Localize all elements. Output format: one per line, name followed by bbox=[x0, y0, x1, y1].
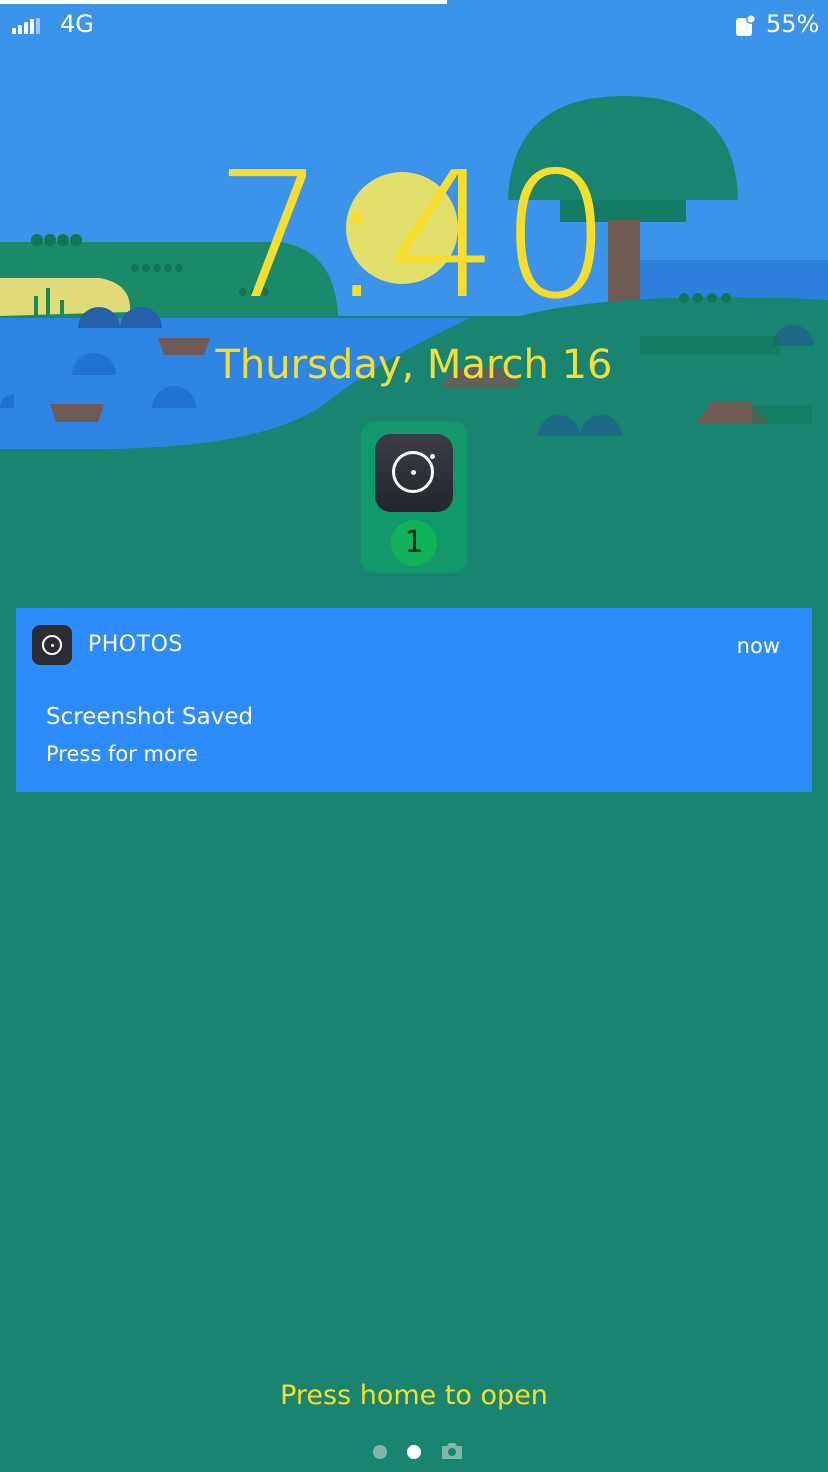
photos-app-icon bbox=[32, 625, 72, 665]
battery-icon bbox=[736, 14, 756, 36]
battery-percent: 55% bbox=[766, 10, 820, 38]
notification-time: now bbox=[736, 634, 780, 658]
notification-count: 1 bbox=[391, 520, 437, 566]
notification-title: Screenshot Saved bbox=[46, 704, 254, 730]
network-type: 4G bbox=[60, 10, 94, 38]
screenshot-progress-bar bbox=[0, 0, 448, 4]
notification-body: Press for more bbox=[46, 742, 198, 766]
lockscreen-clock: 7:40 bbox=[214, 135, 614, 338]
page-dot-active bbox=[407, 1445, 421, 1459]
page-indicator bbox=[0, 1442, 828, 1462]
photos-notification-badge[interactable]: 1 bbox=[361, 421, 467, 573]
status-bar: 4G 55% bbox=[0, 6, 828, 46]
camera-shortcut-icon[interactable] bbox=[440, 1442, 464, 1460]
notification-card[interactable]: PHOTOS now Screenshot Saved Press for mo… bbox=[16, 608, 812, 792]
lockscreen-date: Thursday, March 16 bbox=[215, 342, 613, 388]
page-dot bbox=[373, 1445, 387, 1459]
unlock-hint: Press home to open bbox=[280, 1380, 548, 1411]
notification-app-name: PHOTOS bbox=[88, 632, 183, 657]
signal-strength-icon bbox=[12, 18, 42, 34]
camera-app-icon bbox=[375, 434, 453, 512]
